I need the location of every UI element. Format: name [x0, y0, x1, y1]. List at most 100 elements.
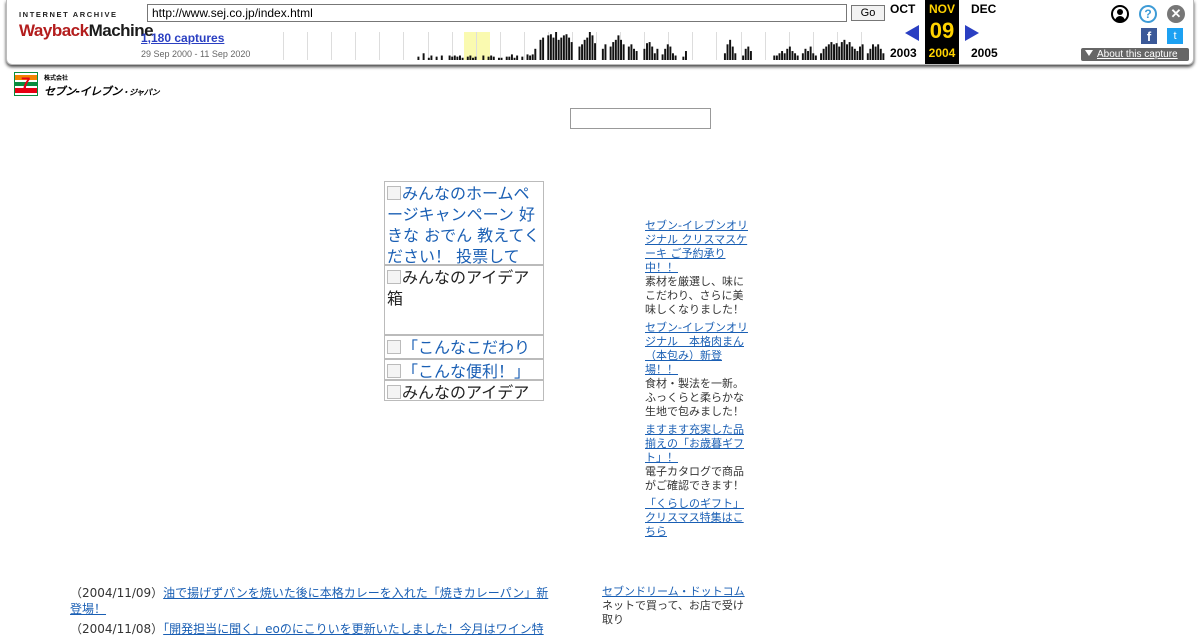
wayback-logo[interactable]: INTERNET ARCHIVE WaybackMachine: [19, 10, 154, 41]
list-item: （2004/11/09）油で揚げずパンを焼いた後に本格カレーを入れた「焼きカレー…: [70, 585, 550, 617]
news-link-oseibo[interactable]: ますます充実した品揃えの「お歳暮ギフト」！: [645, 423, 749, 465]
sparkline-bar: [723, 53, 726, 60]
facebook-icon[interactable]: f: [1141, 28, 1157, 44]
twitter-icon[interactable]: t: [1167, 28, 1183, 44]
next-capture-arrow-icon[interactable]: [965, 25, 979, 41]
news-link-kurashi-gift[interactable]: 「くらしのギフト」クリスマス特集はこちら: [645, 497, 749, 539]
sparkline-bar: [427, 57, 430, 60]
prev-capture-arrow-icon[interactable]: [905, 25, 919, 41]
sparkline-bar: [726, 44, 729, 60]
close-icon[interactable]: ✕: [1167, 5, 1185, 23]
sparkline-bar: [788, 46, 791, 60]
prev-month-label[interactable]: OCT: [890, 2, 915, 16]
sparkline-bar: [497, 57, 500, 60]
sparkline-bar: [456, 56, 459, 60]
sparkline-bar: [656, 48, 659, 60]
sparkline-bar: [594, 43, 597, 60]
sparkline-bar: [661, 54, 664, 60]
sparkline-bar: [851, 46, 854, 60]
sparkline-bar: [627, 46, 630, 60]
kodawari-image-link[interactable]: 「こんなこだわり: [384, 335, 544, 359]
sparkline-bar: [547, 35, 550, 60]
news-link-christmas-cake[interactable]: セブン‐イレブンオリジナル クリスマスケーキ ご予約承り中！！: [645, 219, 749, 275]
sparkline-bar: [807, 51, 810, 60]
current-day: 09: [929, 18, 955, 43]
sparkline-bar: [682, 56, 685, 60]
sparkline-bar: [684, 51, 687, 60]
sparkline-bar: [539, 39, 542, 60]
sparkline-bar: [422, 53, 425, 60]
sparkline-bar: [508, 56, 511, 60]
seven-dream-link[interactable]: セブンドリーム・ドットコム: [602, 585, 752, 599]
broken-image-icon: [387, 340, 401, 354]
sparkline-bar: [872, 44, 874, 60]
next-year-label[interactable]: 2005: [971, 46, 998, 60]
update-date: （2004/11/08）: [70, 622, 164, 636]
sparkline-bar: [557, 39, 560, 60]
seven-eleven-logo-icon[interactable]: 7: [14, 72, 38, 96]
news-desc-nikuman: 食材・製法を一新。ふっくらと柔らかな生地で包みました！: [645, 377, 744, 418]
about-capture-button[interactable]: About this capture: [1081, 48, 1189, 61]
sparkline-bar: [874, 46, 877, 60]
sparkline-bar: [586, 37, 589, 60]
benri-image-link[interactable]: 「こんな便利！」: [384, 359, 544, 380]
sparkline-bar: [614, 39, 617, 60]
sparkline-bar: [840, 42, 843, 60]
logo-wordmark[interactable]: セブン‐イレブン・ジャパン: [44, 83, 160, 99]
campaign-image-alt: みんなのホームページキャンペーン 好きな おでん 教えてください！ 投票して: [387, 184, 540, 265]
go-button[interactable]: Go: [851, 5, 885, 21]
campaign-image-link[interactable]: みんなのホームページキャンペーン 好きな おでん 教えてください！ 投票して: [384, 181, 544, 265]
sparkline-bar: [830, 42, 833, 60]
news-column: セブン‐イレブンオリジナル クリスマスケーキ ご予約承り中！！ 素材を厳選し、味…: [645, 219, 749, 539]
sparkline-bar: [646, 43, 648, 60]
sparkline-bar: [669, 46, 672, 60]
prev-year-label[interactable]: 2003: [890, 46, 917, 60]
capture-sparkline[interactable]: [259, 32, 885, 60]
sparkline-bar: [601, 48, 604, 60]
sparkline-bar: [604, 44, 607, 60]
sparkline-bar: [822, 48, 825, 60]
user-account-icon[interactable]: [1111, 5, 1129, 23]
next-month-label[interactable]: DEC: [971, 2, 996, 16]
sparkline-bar: [469, 55, 472, 60]
update-link[interactable]: 「開発担当に聞く」eoのにこりいを更新いたしました！今月はワイン特: [163, 622, 544, 636]
sparkline-bar: [783, 53, 786, 60]
news-link-nikuman[interactable]: セブン‐イレブンオリジナル 本格肉まん（本包み）新登場！！: [645, 321, 749, 377]
sparkline-bar: [749, 51, 752, 60]
sparkline-bar: [801, 53, 804, 60]
sparkline-bar: [588, 32, 591, 60]
current-year: 2004: [928, 46, 956, 60]
search-input[interactable]: [570, 108, 711, 129]
url-input[interactable]: http://www.sej.co.jp/index.html: [147, 4, 847, 22]
sparkline-bar: [633, 48, 635, 60]
logo-wordmark-main: セブン‐イレブン: [44, 85, 122, 98]
sparkline-bar: [609, 46, 612, 60]
sparkline-bar: [794, 53, 797, 60]
sparkline-bar: [500, 57, 503, 60]
captures-link[interactable]: 1,180 captures: [141, 31, 224, 45]
help-icon[interactable]: ?: [1139, 5, 1157, 23]
sparkline-bar: [866, 53, 869, 60]
sparkline-bar: [451, 56, 454, 60]
sparkline-bar: [869, 48, 872, 60]
kodawari-image-alt: 「こんなこだわり: [402, 338, 531, 357]
sparkline-bar: [859, 46, 861, 60]
sparkline-bar: [747, 46, 750, 60]
broken-image-icon: [387, 364, 401, 378]
dropdown-triangle-icon: [1085, 50, 1093, 56]
benri-image-alt: 「こんな便利！」: [402, 362, 531, 380]
sparkline-bar: [620, 39, 622, 60]
sparkline-bar: [882, 53, 885, 60]
sparkline-bar: [809, 46, 812, 60]
sparkline-bar: [531, 54, 534, 60]
sparkline-bar: [570, 42, 573, 60]
logo-wordmark-sub: ・ジャパン: [121, 88, 160, 97]
sparkline-bar: [734, 53, 737, 60]
sparkline-bar: [516, 55, 519, 60]
broken-image-icon: [387, 270, 401, 284]
sparkline-bar: [583, 39, 586, 60]
current-capture-date: NOV 09 2004: [925, 0, 959, 64]
sparkline-bar: [474, 56, 477, 60]
sparkline-bar: [861, 44, 864, 60]
sparkline-bar: [742, 55, 745, 60]
